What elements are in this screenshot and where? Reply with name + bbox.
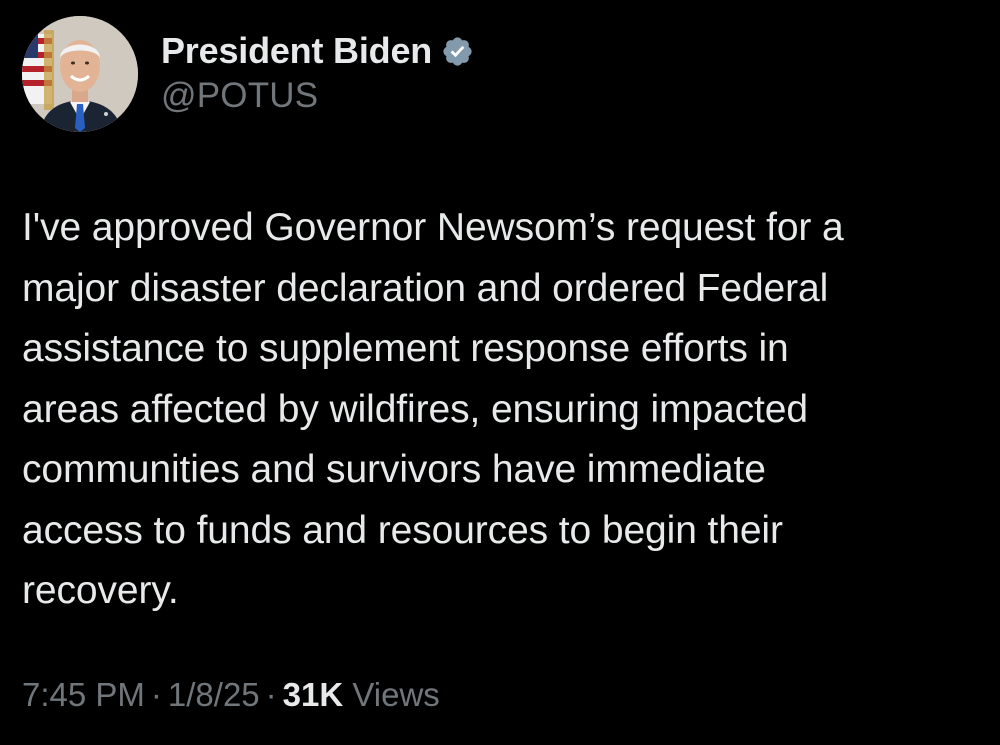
tweet-header: President Biden @POTUS bbox=[22, 16, 474, 134]
meta-separator: · bbox=[265, 676, 277, 713]
tweet-meta: 7:45 PM · 1/8/25 · 31K Views bbox=[22, 676, 440, 714]
views-label[interactable]: Views bbox=[352, 676, 439, 713]
tweet-date[interactable]: 1/8/25 bbox=[168, 676, 260, 713]
tweet-card: President Biden @POTUS I've approved Gov… bbox=[0, 0, 1000, 745]
meta-separator: · bbox=[150, 676, 162, 713]
tweet-text-line: access to funds and resources to begin t… bbox=[22, 508, 783, 552]
tweet-text: I've approved Governor Newsom’s request … bbox=[22, 198, 982, 622]
avatar[interactable] bbox=[22, 16, 138, 132]
tweet-text-line: recovery. bbox=[22, 569, 179, 612]
tweet-text-line: major disaster declaration and ordered F… bbox=[22, 266, 829, 310]
tweet-text-line: communities and survivors have immediate bbox=[22, 448, 766, 491]
tweet-time[interactable]: 7:45 PM bbox=[22, 676, 145, 713]
tweet-text-line: I've approved Governor Newsom’s request … bbox=[22, 206, 844, 249]
views-count[interactable]: 31K bbox=[283, 676, 344, 713]
author-identity: President Biden @POTUS bbox=[161, 26, 474, 116]
tweet-text-line: areas affected by wildfires, ensuring im… bbox=[22, 387, 808, 431]
verified-badge-icon[interactable] bbox=[441, 35, 474, 68]
author-display-name[interactable]: President Biden bbox=[161, 30, 432, 72]
avatar-photo-icon bbox=[22, 16, 138, 132]
author-handle[interactable]: @POTUS bbox=[161, 76, 474, 116]
name-row: President Biden bbox=[161, 26, 474, 76]
tweet-text-line: assistance to supplement response effort… bbox=[22, 327, 789, 370]
